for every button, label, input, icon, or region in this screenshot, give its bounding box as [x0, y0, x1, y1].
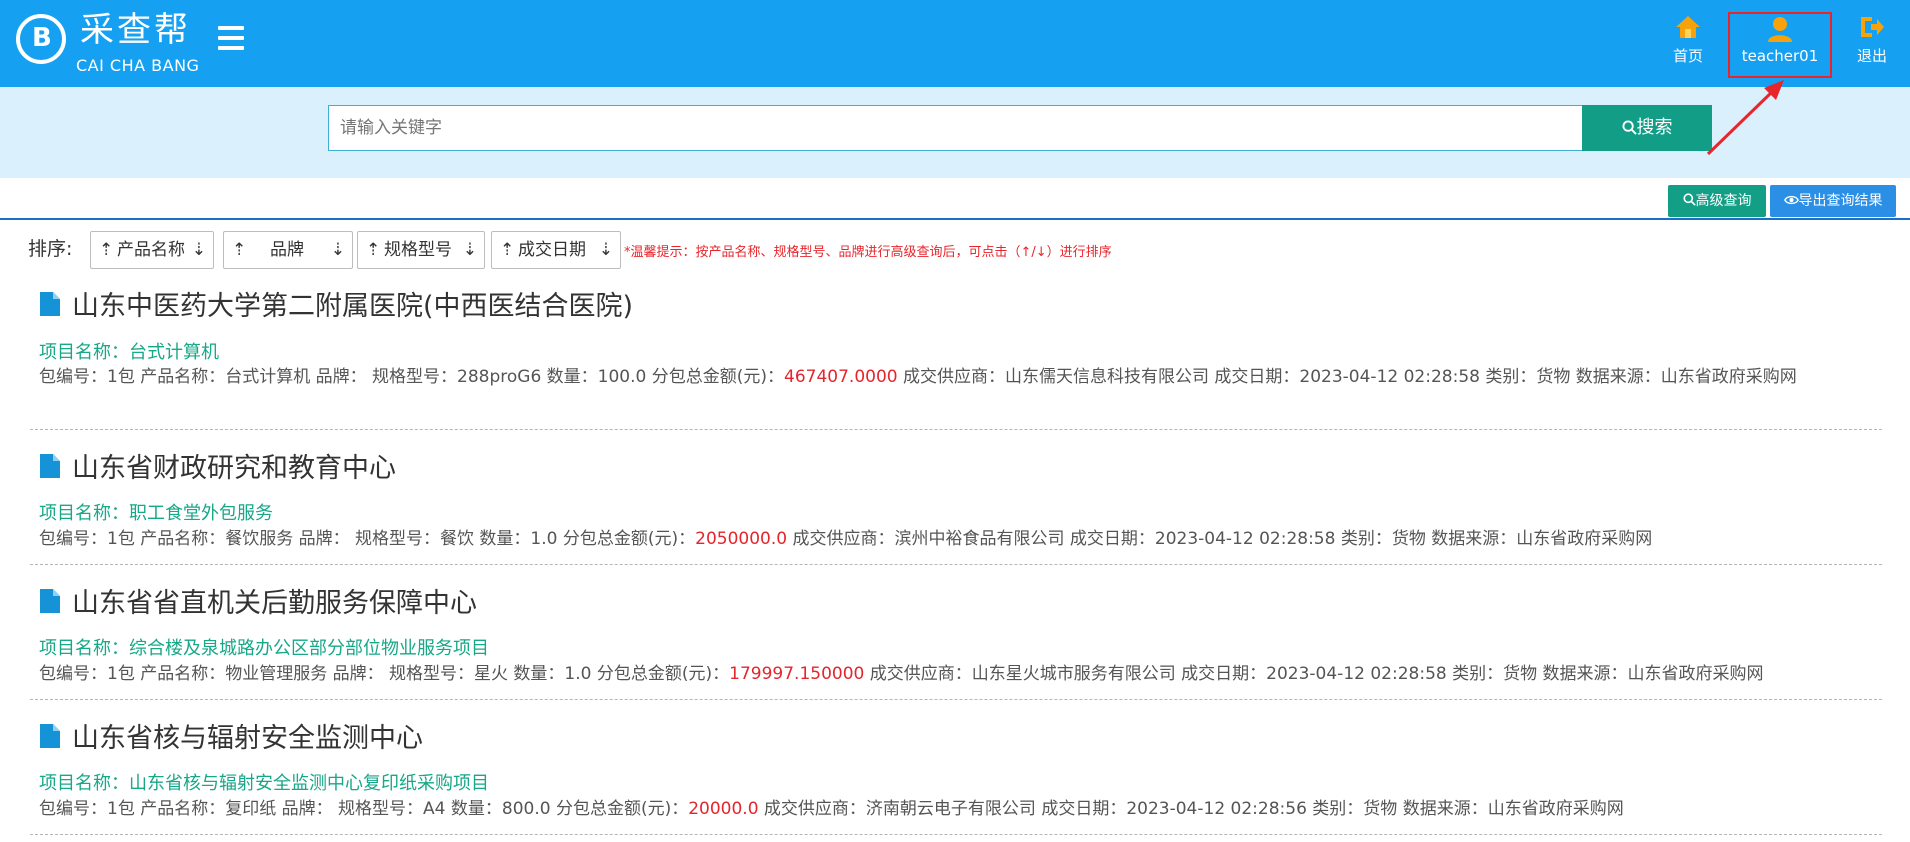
result-amount: 2050000.0: [695, 529, 788, 549]
result-project-name[interactable]: 项目名称：职工食堂外包服务: [39, 499, 273, 525]
nav-logout-label: 退出: [1856, 47, 1887, 65]
result-project-name[interactable]: 项目名称：台式计算机: [39, 338, 219, 364]
result-detail-text: 成交供应商：滨州中裕食品有限公司 成交日期：2023-04-12 02:28:5…: [787, 529, 1653, 549]
sort-desc-icon[interactable]: ⇣: [599, 232, 613, 268]
result-amount: 20000.0: [688, 799, 759, 819]
eye-icon: [1783, 195, 1799, 205]
logout-icon: [1861, 17, 1884, 37]
search-icon: [1682, 193, 1696, 206]
sort-option-label: 规格型号: [384, 240, 452, 260]
result-detail-text: 包编号：1包 产品名称：物业管理服务 品牌： 规格型号：星火 数量：1.0 分包…: [39, 664, 730, 684]
result-item: 山东省省直机关后勤服务保障中心 项目名称：综合楼及泉城路办公区部分部位物业服务项…: [30, 581, 1882, 700]
sort-deal-date-button[interactable]: ⇡ 成交日期 ⇣: [491, 231, 621, 269]
nav-user-label: teacher01: [1741, 47, 1819, 65]
sort-option-label: 成交日期: [518, 240, 586, 260]
sort-desc-icon[interactable]: ⇣: [331, 232, 345, 268]
result-detail-text: 成交供应商：山东星火城市服务有限公司 成交日期：2023-04-12 02:28…: [864, 664, 1764, 684]
logo-icon[interactable]: [16, 14, 66, 64]
sort-tip: *温馨提示：按产品名称、规格型号、品牌进行高级查询后，可点击（↑/↓）进行排序: [624, 245, 1112, 260]
search-button[interactable]: 搜索: [1582, 105, 1712, 151]
sort-asc-icon[interactable]: ⇡: [500, 232, 514, 268]
result-item: 山东省核与辐射安全监测中心 项目名称：山东省核与辐射安全监测中心复印纸采购项目 …: [30, 716, 1882, 835]
sort-option-label: 产品名称: [117, 240, 185, 260]
document-icon: [40, 724, 60, 748]
hamburger-menu-icon[interactable]: [218, 26, 244, 50]
result-detail: 包编号：1包 产品名称：物业管理服务 品牌： 规格型号：星火 数量：1.0 分包…: [39, 661, 1764, 687]
sort-option-label: 品牌: [270, 240, 304, 260]
result-title-text: 山东省财政研究和教育中心: [72, 453, 396, 484]
export-results-button[interactable]: 导出查询结果: [1770, 185, 1896, 217]
nav-home-label: 首页: [1672, 47, 1703, 65]
search-input[interactable]: [328, 105, 1583, 151]
sort-asc-icon[interactable]: ⇡: [99, 232, 113, 268]
document-icon: [40, 292, 60, 316]
document-icon: [40, 589, 60, 613]
result-amount: 467407.0000: [784, 367, 898, 387]
result-detail-text: 成交供应商：济南朝云电子有限公司 成交日期：2023-04-12 02:28:5…: [758, 799, 1624, 819]
annotation-arrow-icon: [1706, 80, 1784, 156]
result-detail: 包编号：1包 产品名称：餐饮服务 品牌： 规格型号：餐饮 数量：1.0 分包总金…: [39, 526, 1652, 552]
result-detail: 包编号：1包 产品名称：台式计算机 品牌： 规格型号：288proG6 数量：1…: [39, 364, 1879, 390]
search-icon: [1621, 120, 1637, 135]
result-detail: 包编号：1包 产品名称：复印纸 品牌： 规格型号：A4 数量：800.0 分包总…: [39, 796, 1624, 822]
top-bar: [0, 0, 1910, 87]
result-project-name[interactable]: 项目名称：综合楼及泉城路办公区部分部位物业服务项目: [39, 634, 489, 660]
result-item: 山东中医药大学第二附属医院(中西医结合医院) 项目名称：台式计算机 包编号：1包…: [30, 284, 1882, 430]
home-icon: [1676, 16, 1700, 38]
result-title[interactable]: 山东省核与辐射安全监测中心: [40, 716, 423, 755]
toolbar: [0, 184, 1910, 220]
brand-name-en: CAI CHA BANG: [76, 56, 200, 75]
export-results-label: 导出查询结果: [1798, 193, 1883, 209]
sort-asc-icon[interactable]: ⇡: [232, 232, 246, 268]
nav-user[interactable]: teacher01: [1728, 12, 1832, 78]
sort-label: 排序:: [28, 238, 73, 260]
result-project-name[interactable]: 项目名称：山东省核与辐射安全监测中心复印纸采购项目: [39, 769, 489, 795]
result-item: 山东省财政研究和教育中心 项目名称：职工食堂外包服务 包编号：1包 产品名称：餐…: [30, 446, 1882, 565]
sort-brand-button[interactable]: ⇡ 品牌 ⇣: [223, 231, 353, 269]
nav-logout[interactable]: 退出: [1836, 14, 1908, 70]
result-amount: 179997.150000: [729, 664, 865, 684]
advanced-search-label: 高级查询: [1695, 193, 1752, 209]
advanced-search-button[interactable]: 高级查询: [1668, 185, 1766, 217]
search-button-label: 搜索: [1636, 117, 1673, 138]
result-title[interactable]: 山东中医药大学第二附属医院(中西医结合医院): [40, 284, 633, 323]
result-detail-text: 包编号：1包 产品名称：复印纸 品牌： 规格型号：A4 数量：800.0 分包总…: [39, 799, 689, 819]
result-detail-text: 包编号：1包 产品名称：餐饮服务 品牌： 规格型号：餐饮 数量：1.0 分包总金…: [39, 529, 696, 549]
result-title[interactable]: 山东省财政研究和教育中心: [40, 446, 396, 485]
nav-home[interactable]: 首页: [1652, 14, 1724, 70]
document-icon: [40, 454, 60, 478]
result-detail-text: 包编号：1包 产品名称：台式计算机 品牌： 规格型号：288proG6 数量：1…: [39, 367, 785, 387]
result-title-text: 山东省核与辐射安全监测中心: [72, 723, 423, 754]
sort-desc-icon[interactable]: ⇣: [463, 232, 477, 268]
result-title[interactable]: 山东省省直机关后勤服务保障中心: [40, 581, 477, 620]
result-title-text: 山东省省直机关后勤服务保障中心: [72, 588, 477, 619]
user-icon: [1768, 17, 1792, 42]
brand-name-cn: 采查帮: [80, 10, 191, 50]
result-title-text: 山东中医药大学第二附属医院(中西医结合医院): [72, 291, 634, 322]
result-detail-text: 成交供应商：山东儒天信息科技有限公司 成交日期：2023-04-12 02:28…: [897, 367, 1797, 387]
sort-product-name-button[interactable]: ⇡ 产品名称 ⇣: [90, 231, 214, 269]
sort-asc-icon[interactable]: ⇡: [366, 232, 380, 268]
sort-desc-icon[interactable]: ⇣: [192, 232, 206, 268]
sort-spec-button[interactable]: ⇡ 规格型号 ⇣: [357, 231, 485, 269]
